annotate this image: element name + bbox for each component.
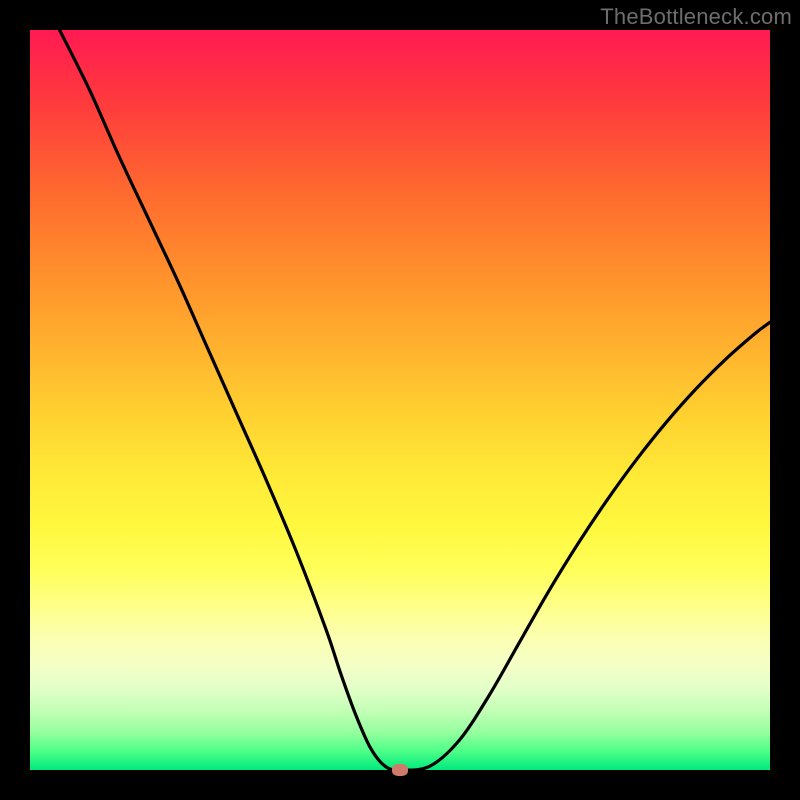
chart-frame: TheBottleneck.com [0,0,800,800]
plot-area [30,30,770,770]
bottleneck-curve [30,30,770,770]
optimal-point-marker [392,764,408,776]
watermark-text: TheBottleneck.com [600,4,792,30]
